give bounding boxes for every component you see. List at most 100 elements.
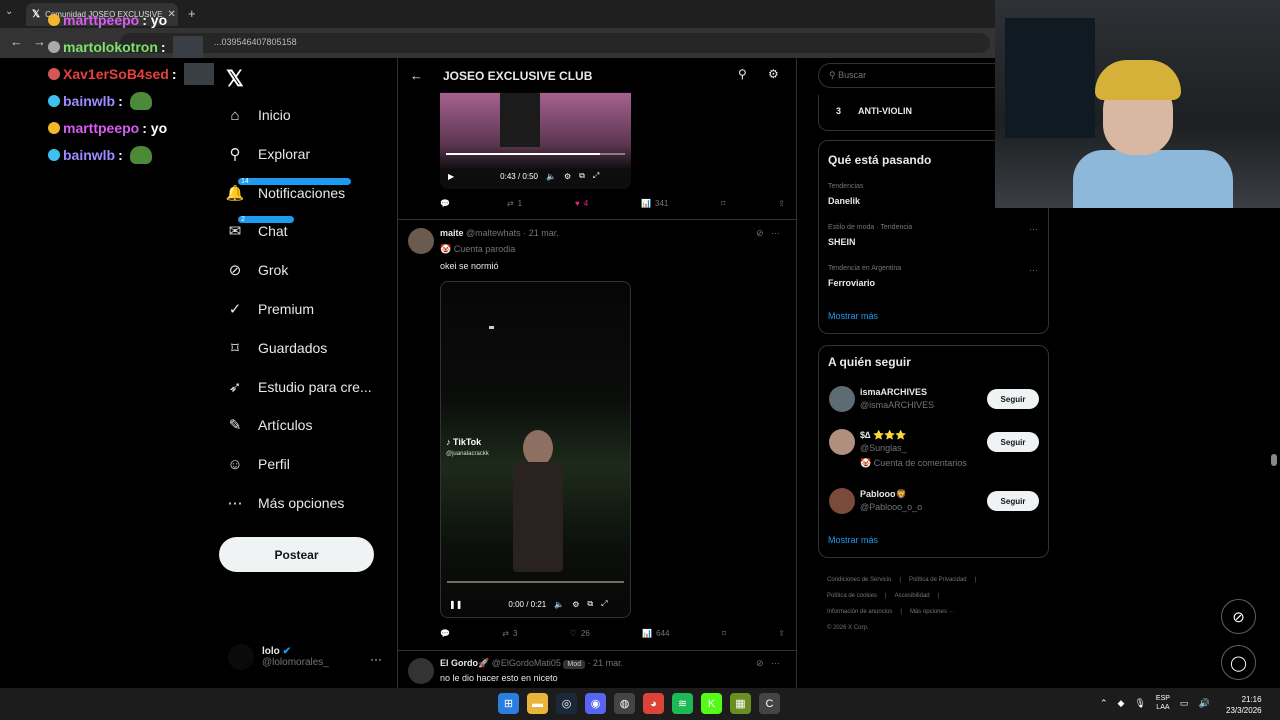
account-more-icon[interactable]: ··· <box>370 652 382 666</box>
back-arrow-icon[interactable]: ← <box>410 68 423 83</box>
share-icon[interactable]: ⇪ <box>778 629 785 638</box>
volume-icon[interactable]: 🔈 <box>554 600 564 609</box>
like-icon[interactable]: ♡ 26 <box>570 629 590 638</box>
account-switcher[interactable]: lolo ✔ @lolomorales_ <box>228 644 329 670</box>
url-field[interactable]: ...039546407805158 <box>120 33 990 53</box>
nav-item-chat[interactable]: ✉ 2 Chat <box>226 216 294 240</box>
back-icon[interactable]: ← <box>10 34 23 49</box>
author-handle[interactable]: @maltewhats <box>466 228 521 238</box>
avatar[interactable] <box>829 429 855 455</box>
trend-name[interactable]: SHEIN <box>828 237 856 247</box>
nav-item-explorar[interactable]: ⚲ Explorar <box>226 145 311 163</box>
pip-icon[interactable]: ⧉ <box>587 599 593 609</box>
trend-more-icon[interactable]: ··· <box>1029 224 1038 234</box>
nav-item-premium[interactable]: ✓ Premium <box>226 300 314 318</box>
discord-icon[interactable]: ◉ <box>585 693 606 714</box>
repost-icon[interactable]: ⇄ 1 <box>507 199 522 208</box>
post-date[interactable]: · 21 mar. <box>588 658 624 668</box>
like-icon[interactable]: ♥ 4 <box>575 199 588 208</box>
post-button[interactable]: Postear <box>219 537 374 572</box>
forward-icon[interactable]: → <box>33 34 46 49</box>
fullscreen-icon[interactable]: ⤢ <box>601 599 607 609</box>
steam-icon[interactable]: ◎ <box>556 693 577 714</box>
play-icon[interactable]: ▶ <box>448 172 454 181</box>
more-icon[interactable]: ··· <box>771 658 780 668</box>
trend-name[interactable]: Ferroviario <box>828 278 875 288</box>
video-settings-icon[interactable]: ⚙ <box>564 172 571 181</box>
ccleaner-icon[interactable]: C <box>759 693 780 714</box>
video-player[interactable]: ♪ TikTok @juanalacrackk ❚❚ 0:00 / 0:21 🔈… <box>440 281 631 618</box>
nav-item-notificaciones[interactable]: 🔔 14 Notificaciones <box>226 177 352 202</box>
nav-item-art-culos[interactable]: ✎ Artículos <box>226 416 313 434</box>
follow-name[interactable]: ismaARCHIVES <box>860 387 927 397</box>
avatar[interactable] <box>408 658 434 684</box>
share-icon[interactable]: ⇪ <box>778 199 785 208</box>
pause-icon[interactable]: ❚❚ <box>449 600 462 609</box>
show-more-link[interactable]: Mostrar más <box>828 311 878 321</box>
follow-name[interactable]: Pablooo🦁 <box>860 489 907 500</box>
footer-link[interactable]: Más opciones ··· <box>910 609 955 615</box>
follow-button[interactable]: Seguir <box>987 432 1039 452</box>
grok-fab-icon[interactable]: ⊘ <box>1221 599 1256 634</box>
author-handle[interactable]: @ElGordoMati05 <box>492 658 561 668</box>
views-icon[interactable]: 📊 644 <box>642 629 669 638</box>
repost-icon[interactable]: ⇄ 3 <box>502 629 517 638</box>
nav-item-guardados[interactable]: ⌑ Guardados <box>226 339 327 357</box>
post-date[interactable]: · 21 mar. <box>523 228 559 238</box>
nav-item-grok[interactable]: ⊘ Grok <box>226 261 289 279</box>
x-logo-icon[interactable]: 𝕏 <box>226 66 244 92</box>
kick-icon[interactable]: K <box>701 693 722 714</box>
search-icon[interactable]: ⚲ <box>738 67 747 81</box>
footer-link[interactable]: Condiciones de Servicio <box>827 577 891 583</box>
author-name[interactable]: maite <box>440 228 464 238</box>
footer-link[interactable]: © 2026 X Corp. <box>827 625 868 631</box>
follow-button[interactable]: Seguir <box>987 389 1039 409</box>
trend-name[interactable]: Danelik <box>828 196 860 206</box>
more-icon[interactable]: ··· <box>771 228 780 238</box>
show-more-link[interactable]: Mostrar más <box>828 535 878 545</box>
fullscreen-icon[interactable]: ⤢ <box>593 171 599 181</box>
footer-link[interactable]: Política de Privacidad <box>909 577 967 583</box>
app-icon[interactable]: ▦ <box>730 693 751 714</box>
reply-icon[interactable]: 💬 <box>440 629 450 638</box>
scrollbar[interactable] <box>1271 454 1277 466</box>
chrome-icon[interactable]: ◕ <box>643 693 664 714</box>
pip-icon[interactable]: ⧉ <box>579 171 585 181</box>
volume-icon[interactable]: 🔈 <box>546 172 556 181</box>
tab-search-icon[interactable]: ⌄ <box>5 6 13 17</box>
footer-link[interactable]: Accesibilidad <box>895 593 930 599</box>
views-icon[interactable]: 📊 341 <box>641 199 668 208</box>
follow-handle[interactable]: @ismaARCHIVES <box>860 400 934 410</box>
file-explorer-icon[interactable]: ▬ <box>527 693 548 714</box>
clock[interactable]: 21:16 23/3/2026 <box>1226 694 1262 716</box>
language-indicator[interactable]: ESP LAA <box>1156 694 1170 712</box>
follow-button[interactable]: Seguir <box>987 491 1039 511</box>
tray-app-icon[interactable]: ◆ <box>1118 698 1125 709</box>
chat-fab-icon[interactable]: ◯ <box>1221 645 1256 680</box>
settings-gear-icon[interactable]: ⚙ <box>768 67 779 81</box>
network-icon[interactable]: ▭ <box>1180 698 1189 709</box>
avatar[interactable] <box>829 488 855 514</box>
grok-icon[interactable]: ⊘ <box>756 228 764 238</box>
nav-item-perfil[interactable]: ☺ Perfil <box>226 455 290 473</box>
tray-chevron-icon[interactable]: ⌃ <box>1100 698 1108 709</box>
nav-item-estudio-para-cre[interactable]: ➶ Estudio para cre... <box>226 378 372 396</box>
bookmark-icon[interactable]: ⌑ <box>722 629 726 638</box>
video-settings-icon[interactable]: ⚙ <box>572 600 579 609</box>
mic-icon[interactable]: 🎙 <box>1134 698 1145 709</box>
spotify-icon[interactable]: ≋ <box>672 693 693 714</box>
follow-handle[interactable]: @Pablooo_o_o <box>860 502 922 512</box>
video-progress[interactable] <box>446 153 625 155</box>
grok-icon[interactable]: ⊘ <box>756 658 764 668</box>
avatar[interactable] <box>408 228 434 254</box>
trend-more-icon[interactable]: ··· <box>1029 265 1038 275</box>
bookmark-icon[interactable]: ⌑ <box>721 199 725 208</box>
reply-icon[interactable]: 💬 <box>440 199 454 208</box>
follow-name[interactable]: $∆ ⭐⭐⭐ <box>860 430 907 441</box>
start-icon[interactable]: ⊞ <box>498 693 519 714</box>
video-player[interactable]: ▶ 0:43 / 0:50 🔈 ⚙ ⧉ ⤢ <box>440 92 631 189</box>
nav-item-m-s-opciones[interactable]: ⋯ Más opciones <box>226 494 345 512</box>
nav-item-inicio[interactable]: ⌂ Inicio <box>226 106 290 124</box>
obs-icon[interactable]: ◍ <box>614 693 635 714</box>
footer-link[interactable]: Política de cookies <box>827 593 877 599</box>
